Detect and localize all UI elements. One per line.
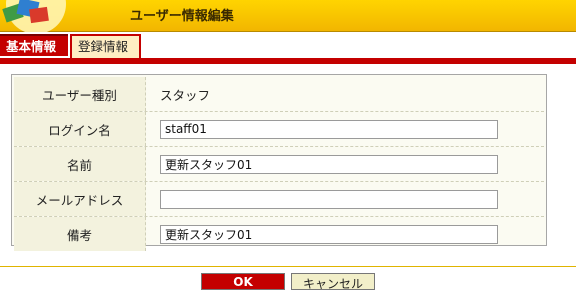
email-input[interactable] bbox=[160, 189, 498, 209]
login-name-input[interactable] bbox=[160, 119, 498, 139]
form-row-name: 名前 bbox=[14, 147, 544, 182]
email-label: メールアドレス bbox=[14, 182, 146, 216]
remarks-label: 備考 bbox=[14, 217, 146, 251]
user-edit-form: ユーザー種別 スタッフ ログイン名 名前 メールアドレス 備考 bbox=[11, 74, 547, 251]
tab-underline bbox=[0, 58, 576, 64]
page-title: ユーザー情報編集 bbox=[130, 9, 234, 24]
form-row-remarks: 備考 bbox=[14, 217, 544, 251]
user-type-value: スタッフ bbox=[160, 87, 211, 103]
user-type-label: ユーザー種別 bbox=[14, 77, 146, 111]
ok-button[interactable]: OK bbox=[201, 273, 285, 290]
name-input[interactable] bbox=[160, 154, 498, 174]
form-row-user-type: ユーザー種別 スタッフ bbox=[14, 77, 544, 112]
login-name-label: ログイン名 bbox=[14, 112, 146, 146]
header-bar: ユーザー情報編集 bbox=[0, 0, 576, 32]
footer-divider bbox=[0, 266, 576, 267]
remarks-input[interactable] bbox=[160, 224, 498, 244]
tab-bar: 基本情報 登録情報 bbox=[0, 34, 576, 58]
tab-basic-info[interactable]: 基本情報 bbox=[0, 34, 68, 56]
form-row-login-name: ログイン名 bbox=[14, 112, 544, 147]
app-logo bbox=[2, 0, 66, 32]
tab-registration-info[interactable]: 登録情報 bbox=[70, 34, 141, 58]
cancel-button[interactable]: キャンセル bbox=[291, 273, 375, 291]
form-row-email: メールアドレス bbox=[14, 182, 544, 217]
name-label: 名前 bbox=[14, 147, 146, 181]
